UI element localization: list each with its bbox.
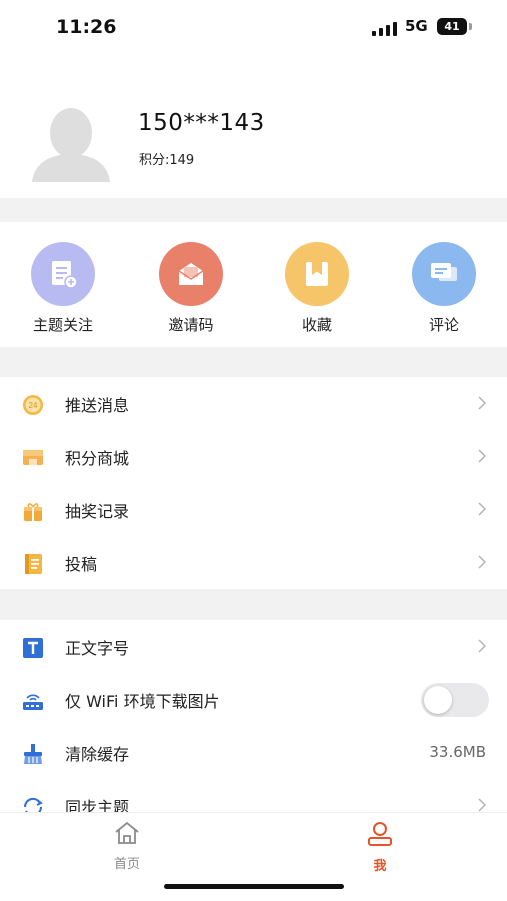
clock-24-icon: 24 xyxy=(22,394,44,415)
user-icon xyxy=(366,822,394,851)
gift-icon xyxy=(22,500,44,521)
router-icon xyxy=(22,690,44,710)
points-label: 积分:149 xyxy=(139,153,195,168)
broom-icon xyxy=(22,743,44,764)
toggle-knob xyxy=(424,686,452,714)
svg-text:24: 24 xyxy=(29,401,38,410)
document-plus-icon xyxy=(31,242,95,306)
tab-home[interactable]: 首页 xyxy=(87,821,167,872)
sync-icon xyxy=(22,796,44,812)
section-divider xyxy=(0,198,507,222)
menu-item-label: 正文字号 xyxy=(65,639,130,658)
menu-item-sync-topics[interactable]: 同步主题 xyxy=(0,779,507,812)
menu-item-push-messages[interactable]: 24 推送消息 xyxy=(0,377,507,430)
section-divider xyxy=(0,589,507,620)
username: 150***143 xyxy=(138,110,265,136)
quick-action-label: 邀请码 xyxy=(168,316,214,334)
status-time: 11:26 xyxy=(56,16,117,38)
menu-item-label: 清除缓存 xyxy=(65,745,130,764)
chevron-right-icon xyxy=(477,554,487,570)
status-bar: 11:26 5G 41 xyxy=(0,0,507,56)
battery-icon: 41 xyxy=(437,18,467,35)
menu-item-label: 投稿 xyxy=(65,555,98,574)
menu-item-wifi-only-images: 仅 WiFi 环境下载图片 xyxy=(0,673,507,726)
quick-actions: 主题关注 邀请码 收藏 评论 xyxy=(0,222,507,347)
quick-action-topic-follow[interactable]: 主题关注 xyxy=(8,242,118,335)
signal-icon xyxy=(372,20,398,36)
quick-action-label: 评论 xyxy=(428,316,459,334)
quick-action-label: 收藏 xyxy=(301,316,332,334)
font-size-icon xyxy=(22,637,44,658)
menu-item-label: 积分商城 xyxy=(65,449,130,468)
menu-item-label: 推送消息 xyxy=(65,396,130,415)
avatar[interactable] xyxy=(30,100,112,182)
envelope-icon xyxy=(159,242,223,306)
profile-header[interactable]: 150***143 积分:149 xyxy=(0,56,507,198)
menu-item-lottery-records[interactable]: 抽奖记录 xyxy=(0,483,507,536)
shop-icon xyxy=(22,447,44,467)
tab-me[interactable]: 我 xyxy=(340,821,420,874)
network-label: 5G xyxy=(405,17,428,35)
bookmark-icon xyxy=(285,242,349,306)
battery-tip xyxy=(469,23,472,30)
quick-action-favorites[interactable]: 收藏 xyxy=(262,242,372,335)
chevron-right-icon xyxy=(477,448,487,464)
chevron-right-icon xyxy=(477,638,487,654)
menu-item-label: 抽奖记录 xyxy=(65,502,130,521)
cache-size-value: 33.6MB xyxy=(429,743,486,761)
quick-action-comments[interactable]: 评论 xyxy=(389,242,499,335)
menu-item-clear-cache[interactable]: 清除缓存 33.6MB xyxy=(0,726,507,779)
home-icon xyxy=(113,821,141,849)
quick-action-label: 主题关注 xyxy=(32,316,93,334)
tab-label: 我 xyxy=(373,859,387,874)
menu-item-points-mall[interactable]: 积分商城 xyxy=(0,430,507,483)
menu-item-font-size[interactable]: 正文字号 xyxy=(0,620,507,673)
notepad-icon xyxy=(22,553,44,574)
menu-item-label: 仅 WiFi 环境下载图片 xyxy=(65,692,220,711)
chat-bubbles-icon xyxy=(412,242,476,306)
menu-group-account: 24 推送消息 积分商城 抽奖记录 投稿 xyxy=(0,377,507,589)
chevron-right-icon xyxy=(477,501,487,517)
section-divider xyxy=(0,347,507,377)
menu-item-contribute[interactable]: 投稿 xyxy=(0,536,507,589)
tab-label: 首页 xyxy=(113,857,140,872)
chevron-right-icon xyxy=(477,797,487,812)
chevron-right-icon xyxy=(477,395,487,411)
wifi-only-toggle[interactable] xyxy=(421,683,489,717)
menu-item-label: 同步主题 xyxy=(65,798,130,812)
home-indicator xyxy=(164,884,344,889)
quick-action-invite-code[interactable]: 邀请码 xyxy=(136,242,246,335)
menu-group-settings: 正文字号 仅 WiFi 环境下载图片 清除缓存 33.6MB 同步主题 xyxy=(0,620,507,812)
